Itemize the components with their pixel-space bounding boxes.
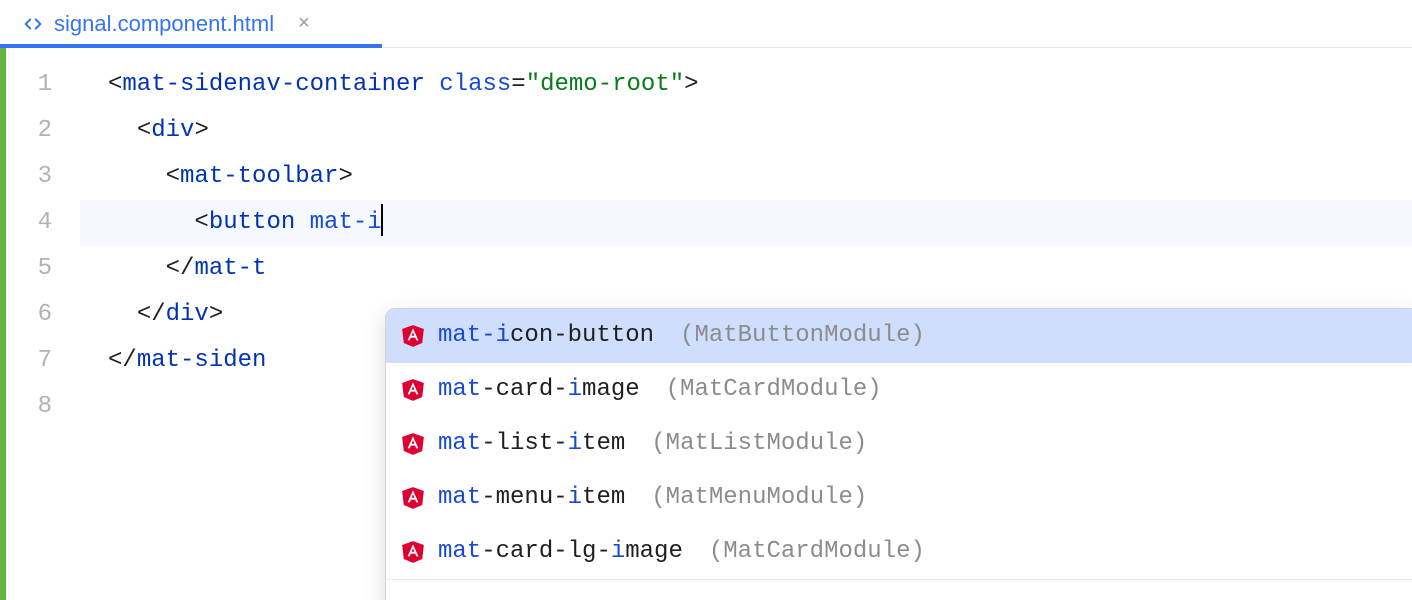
angular-icon [400,485,426,511]
autocomplete-item[interactable]: mat-card-image (MatCardModule) [386,363,1412,417]
line-number[interactable]: 5 [6,246,80,292]
tab-filename: signal.component.html [54,11,274,37]
line-number[interactable]: 1 [6,62,80,108]
next-tip-link[interactable]: Next Tip [718,590,799,600]
autocomplete-item[interactable]: mat-card-lg-image (MatCardModule) [386,525,1412,579]
autocomplete-popup: mat-icon-button (MatButtonModule) mat-ca… [385,308,1412,600]
tab-bar: signal.component.html × [0,0,1412,48]
editor: 1 2 3 4 5 6 7 8 <mat-sidenav-container c… [0,48,1412,600]
autocomplete-footer: Press ↵ to insert, ⇥ to replace Next Tip… [386,579,1412,600]
line-number[interactable]: 4 [6,200,80,246]
code-line[interactable]: </mat-t [80,246,1412,292]
gutter: 1 2 3 4 5 6 7 8 [0,48,80,600]
line-number[interactable]: 8 [6,384,80,430]
angular-icon [400,377,426,403]
code-line[interactable]: <mat-toolbar> [80,154,1412,200]
autocomplete-item[interactable]: mat-menu-item (MatMenuModule) [386,471,1412,525]
code-line[interactable]: <div> [80,108,1412,154]
angular-icon [400,323,426,349]
line-number[interactable]: 2 [6,108,80,154]
text-caret [381,204,383,236]
code-line-current[interactable]: <button mat-i [80,200,1412,246]
line-number[interactable]: 6 [6,292,80,338]
autocomplete-item[interactable]: mat-list-item (MatListModule) [386,417,1412,471]
enter-key-icon: ↵ [464,590,482,600]
code-area[interactable]: <mat-sidenav-container class="demo-root"… [80,48,1412,600]
line-number[interactable]: 3 [6,154,80,200]
editor-tab[interactable]: signal.component.html × [10,0,322,47]
tab-key-icon: ⇥ [579,590,597,600]
autocomplete-item[interactable]: mat-icon-button (MatButtonModule) [386,309,1412,363]
angular-icon [400,539,426,565]
angular-icon [400,431,426,457]
code-line[interactable]: <mat-sidenav-container class="demo-root"… [80,62,1412,108]
code-file-icon [22,13,44,35]
line-number[interactable]: 7 [6,338,80,384]
close-icon[interactable]: × [298,12,310,35]
